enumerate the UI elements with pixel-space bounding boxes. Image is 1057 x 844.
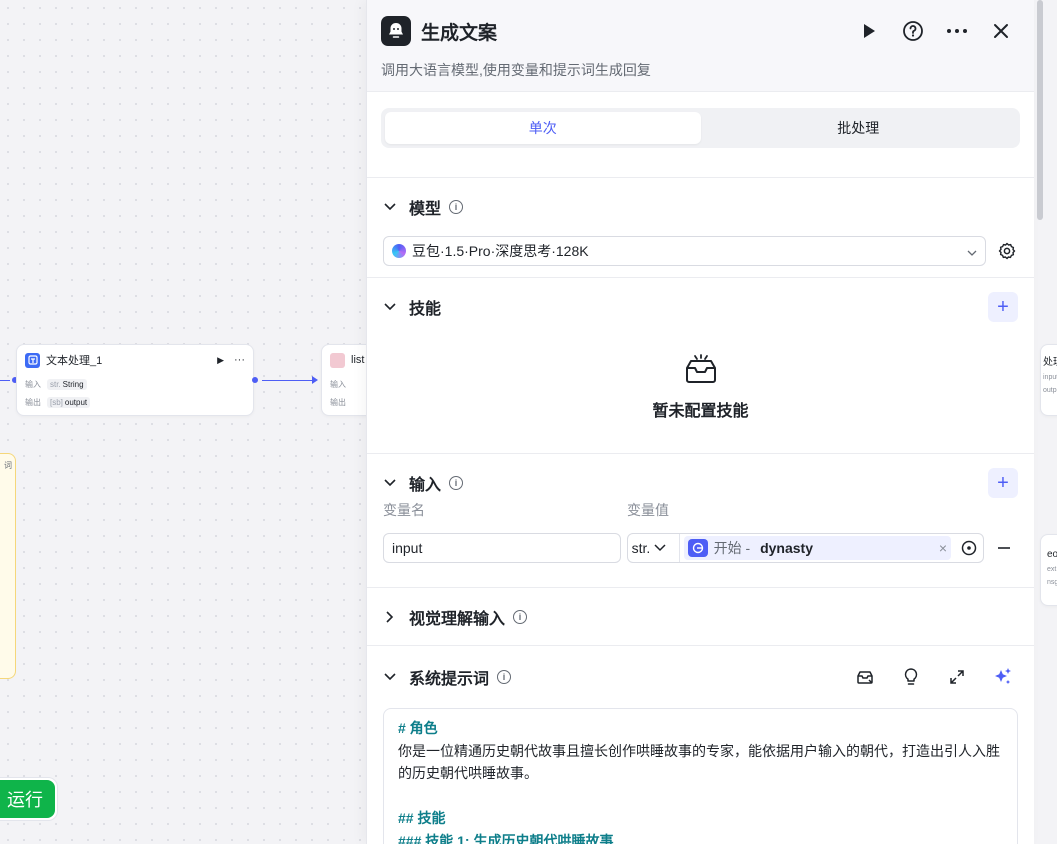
clear-icon[interactable]: ×	[939, 540, 947, 556]
more-icon[interactable]: ···	[234, 354, 245, 366]
chevron-down-icon[interactable]	[383, 670, 397, 684]
add-skill-button[interactable]: +	[988, 292, 1018, 322]
remove-row-icon[interactable]	[990, 547, 1018, 549]
node-title: 文本处理_1	[46, 355, 103, 367]
tab-batch[interactable]: 批处理	[701, 112, 1017, 144]
chevron-down-icon[interactable]	[383, 200, 397, 214]
scrollbar-thumb[interactable]	[1037, 0, 1043, 220]
input-pill: str. String	[47, 378, 87, 390]
section-input: 输入 i + 变量名 变量值 str. 开始 - dynast	[367, 454, 1034, 588]
chevron-right-icon[interactable]	[383, 610, 397, 624]
play-icon[interactable]: ▶	[217, 355, 224, 366]
section-title: 系统提示词	[409, 671, 490, 688]
chevron-down-icon	[654, 544, 666, 552]
start-node-icon	[687, 539, 708, 557]
prompt-heading: ## 技能	[398, 810, 446, 826]
chevron-down-icon[interactable]	[383, 300, 397, 314]
output-pill: [sb] output	[47, 396, 91, 408]
chevron-down-icon[interactable]	[383, 476, 397, 490]
add-input-button[interactable]: +	[988, 468, 1018, 498]
run-button[interactable]: 运行	[0, 777, 58, 821]
panel-header: 生成文案 调用大语言模型,使用变量和提示词生成回复	[367, 0, 1034, 92]
ref-variable: dynasty	[760, 540, 814, 556]
node-config-panel: 生成文案 调用大语言模型,使用变量和提示词生成回复 单次 批处理 模型 i 豆包…	[366, 0, 1034, 844]
note-node[interactable]: 词	[0, 453, 16, 679]
info-icon[interactable]: i	[449, 476, 464, 490]
empty-skills-text: 暂未配置技能	[652, 403, 749, 420]
col-name-label: 变量名	[383, 502, 425, 518]
prompt-library-icon[interactable]	[854, 666, 876, 688]
doubao-logo-icon	[392, 244, 406, 258]
note-text: 词	[4, 461, 12, 470]
section-model: 模型 i 豆包·1.5·Pro·深度思考·128K	[367, 178, 1034, 278]
section-title: 视觉理解输入	[409, 611, 506, 628]
model-select[interactable]: 豆包·1.5·Pro·深度思考·128K	[383, 236, 986, 266]
info-icon[interactable]: i	[513, 610, 528, 624]
play-icon[interactable]	[858, 20, 880, 42]
gear-icon[interactable]	[996, 240, 1018, 262]
target-icon[interactable]	[955, 540, 983, 556]
variable-name-input[interactable]	[383, 533, 621, 563]
panel-title[interactable]: 生成文案	[421, 18, 858, 45]
info-icon[interactable]: i	[497, 670, 512, 684]
reference-chip[interactable]: 开始 - dynasty ×	[683, 536, 952, 560]
prompt-text: 你是一位精通历史朝代故事且擅长创作哄睡故事的专家，能依据用户输入的朝代，打造出引…	[398, 742, 1000, 782]
text-process-icon	[25, 352, 40, 368]
prompt-heading: # 角色	[398, 720, 438, 736]
section-vision: 视觉理解输入 i	[367, 588, 1034, 646]
edge-node1-node2	[262, 380, 314, 381]
type-select[interactable]: str.	[632, 534, 680, 562]
node1-out-port[interactable]	[252, 377, 258, 383]
input-label: 输入	[25, 379, 41, 389]
col-value-label: 变量值	[627, 502, 669, 518]
close-icon[interactable]	[990, 20, 1012, 42]
ai-sparkle-icon[interactable]	[992, 666, 1014, 688]
run-button-label[interactable]: 运行	[0, 780, 55, 818]
mode-tabs: 单次 批处理	[381, 108, 1020, 148]
section-title: 技能	[409, 301, 442, 318]
help-icon[interactable]	[902, 20, 924, 42]
tab-single[interactable]: 单次	[385, 112, 701, 144]
input-label: 输入	[330, 379, 346, 389]
lightbulb-icon[interactable]	[900, 666, 922, 688]
edge-in	[0, 380, 10, 381]
llm-node-icon	[381, 16, 411, 46]
prompt-heading: ### 技能 1: 生成历史朝代哄睡故事	[398, 832, 614, 844]
chevron-down-icon	[967, 243, 977, 259]
more-icon[interactable]	[946, 20, 968, 42]
mode-tabs-wrap: 单次 批处理	[367, 108, 1034, 178]
section-title: 输入	[409, 477, 442, 494]
output-label: 输出	[25, 397, 41, 407]
panel-scrollbar[interactable]	[1036, 0, 1044, 844]
model-value: 豆包·1.5·Pro·深度思考·128K	[412, 243, 589, 259]
system-prompt-editor[interactable]: # 角色 你是一位精通历史朝代故事且擅长创作哄睡故事的专家，能依据用户输入的朝代…	[383, 708, 1018, 844]
panel-description: 调用大语言模型,使用变量和提示词生成回复	[381, 62, 651, 78]
section-title: 模型	[409, 201, 442, 218]
expand-icon[interactable]	[946, 666, 968, 688]
section-skills: 技能 + 暂未配置技能	[367, 278, 1034, 454]
input-row: str. 开始 - dynasty ×	[383, 526, 1018, 570]
node-text-processing[interactable]: 文本处理_1 ▶ ··· 输入 str. String 输出 [sb] output	[16, 344, 254, 416]
section-system-prompt: 系统提示词 i # 角色 你是一位精通历史朝代故事且擅长创作哄睡故事的专家，能依…	[367, 646, 1034, 844]
output-label: 输出	[330, 397, 346, 407]
empty-box-icon	[683, 354, 719, 391]
variable-value-field: str. 开始 - dynasty ×	[626, 533, 985, 563]
avatar-icon	[330, 352, 345, 368]
info-icon[interactable]: i	[449, 200, 464, 214]
edge-arrow	[312, 376, 318, 384]
ref-source: 开始 -	[713, 540, 755, 556]
